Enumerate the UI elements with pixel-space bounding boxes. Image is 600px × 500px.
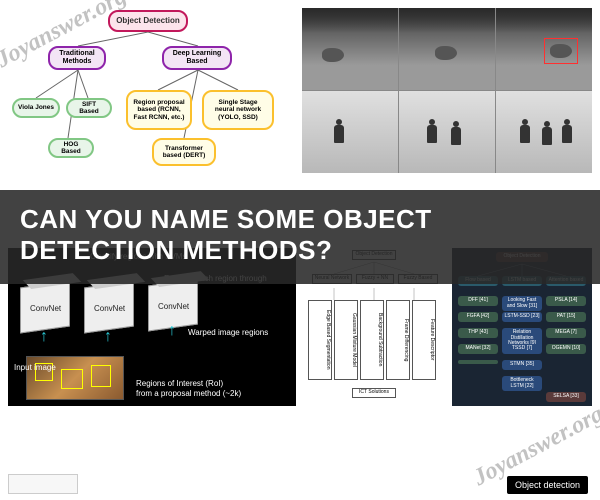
frame-6: [496, 91, 592, 173]
tax2-b1: Looking Fast and Slow [31]: [502, 296, 542, 311]
node-sift: SIFT Based: [66, 98, 112, 118]
cnn-txt-proposal: from a proposal method (~2k): [136, 389, 241, 398]
cnn-txt-roi: Regions of Interest (RoI): [136, 379, 223, 388]
detection-box: [544, 38, 578, 64]
tax1-bottom: ICT Solutions: [352, 388, 396, 398]
cnn-lbl-convnet-2: ConvNet: [94, 304, 125, 313]
frame-4: [302, 91, 398, 173]
tax2-b4: TSSD [7]: [502, 344, 542, 354]
tax2-b5: STMN [35]: [502, 360, 542, 370]
bottom-chip: Object detection: [507, 476, 588, 494]
tax2-b6: Bottleneck LSTM [22]: [502, 376, 542, 391]
tax2-a5: [458, 360, 498, 364]
tax1-c2: Gaussian Mixture Model: [334, 300, 358, 380]
taxonomy-tree: Object Detection Traditional Methods Dee…: [8, 8, 298, 173]
tax1-c1: Edge Based Segmentation: [308, 300, 332, 380]
headline-bar: CAN YOU NAME SOME OBJECT DETECTION METHO…: [0, 190, 600, 284]
tax2-c3: MEGA [7]: [546, 328, 586, 338]
cnn-lbl-convnet-3: ConvNet: [158, 302, 189, 311]
node-deeplearning: Deep Learning Based: [162, 46, 232, 70]
tax1-c3: Background Subtraction: [360, 300, 384, 380]
arrow-icon: ↑: [40, 328, 48, 346]
cnn-txt-warped: Warped image regions: [188, 328, 268, 337]
tax1-c4: Frame Differencing: [386, 300, 410, 380]
node-hog: HOG Based: [48, 138, 94, 158]
arrow-icon: ↑: [104, 328, 112, 346]
frame-3: [496, 8, 592, 90]
frame-5: [399, 91, 495, 173]
frame-1: [302, 8, 398, 90]
tax1-c5: Feature Descriptor: [412, 300, 436, 380]
node-traditional: Traditional Methods: [48, 46, 106, 70]
node-rcnn: Region proposal based (RCNN, Fast RCNN, …: [126, 90, 192, 130]
arrow-icon: ↑: [168, 322, 176, 340]
tax2-a1: DFF [41]: [458, 296, 498, 306]
tax2-cend: SELSA [33]: [546, 392, 586, 402]
cnn-lbl-convnet-1: ConvNet: [30, 304, 61, 313]
node-yolo: Single Stage neural network (YOLO, SSD): [202, 90, 274, 130]
headline-text: CAN YOU NAME SOME OBJECT DETECTION METHO…: [20, 204, 432, 265]
tax2-c1: PSLA [14]: [546, 296, 586, 306]
page: Joyanswer.org Joyanswer.org Object Detec…: [0, 0, 600, 500]
tax2-b2: LSTM-SSD [23]: [502, 312, 542, 322]
tax2-c2: PAT [15]: [546, 312, 586, 322]
tax2-a3: THP [43]: [458, 328, 498, 338]
tax2-c4: OGEMN [10]: [546, 344, 586, 354]
node-root: Object Detection: [108, 10, 188, 32]
tax2-a2: FGFA [42]: [458, 312, 498, 322]
node-viola: Viola Jones: [12, 98, 60, 118]
frame-2: [399, 8, 495, 90]
cnn-txt-input: Input image: [14, 363, 56, 372]
surveillance-grid: [302, 8, 592, 173]
tax2-a4: MANet [32]: [458, 344, 498, 354]
thumb-box: [8, 474, 78, 494]
node-detr: Transformer based (DERT): [152, 138, 216, 166]
